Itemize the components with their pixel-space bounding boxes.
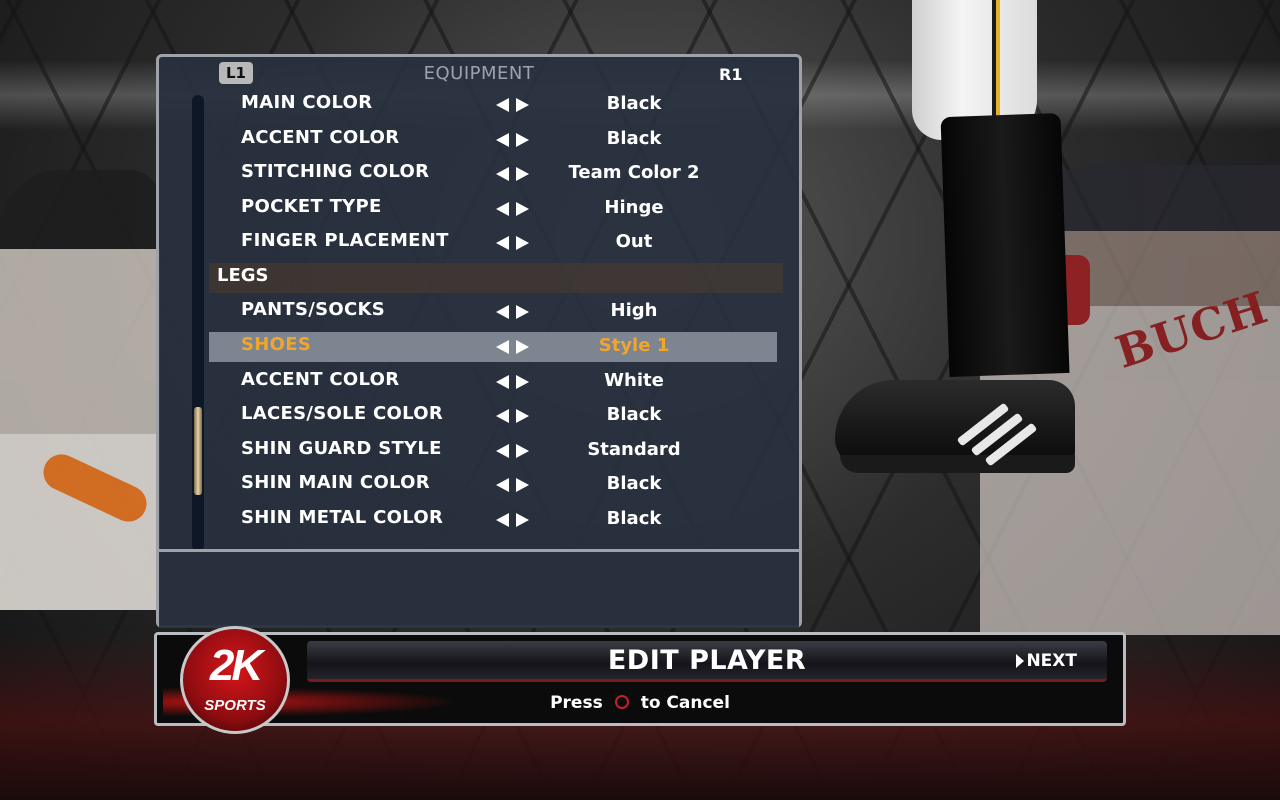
option-row-shin-guard-style[interactable]: SHIN GUARD STYLE Standard: [209, 436, 777, 466]
option-row-stitching-color[interactable]: STITCHING COLOR Team Color 2: [209, 159, 777, 189]
option-value: Standard: [587, 439, 681, 460]
left-right-arrows-icon[interactable]: [496, 375, 532, 391]
left-right-arrows-icon[interactable]: [496, 340, 532, 356]
shoe-body: [835, 380, 1075, 465]
player-sock: [940, 112, 1070, 378]
logo-brand: 2K: [209, 641, 263, 690]
option-row-laces-sole-color[interactable]: LACES/SOLE COLOR Black: [209, 401, 777, 431]
left-right-arrows-icon[interactable]: [496, 236, 532, 252]
option-value: Black: [606, 128, 662, 149]
option-value: White: [604, 370, 664, 391]
player-sleeve: [37, 448, 153, 528]
description-box: [159, 549, 799, 628]
option-value: Black: [606, 404, 662, 425]
left-right-arrows-icon[interactable]: [496, 305, 532, 321]
option-label: ACCENT COLOR: [241, 127, 400, 148]
option-value: Style 1: [598, 335, 670, 356]
next-label: NEXT: [1026, 651, 1077, 671]
category-header-legs: LEGS: [209, 263, 783, 293]
pant-stripe-gold: [996, 0, 1000, 120]
panel-header: L1 EQUIPMENT R1: [159, 57, 799, 93]
option-label: ACCENT COLOR: [241, 369, 400, 390]
option-row-pants-socks[interactable]: PANTS/SOCKS High: [209, 297, 777, 327]
left-right-arrows-icon[interactable]: [496, 167, 532, 183]
player-shoe-preview: [835, 360, 1080, 480]
option-row-accent-color[interactable]: ACCENT COLOR Black: [209, 125, 777, 155]
option-label: FINGER PLACEMENT: [241, 230, 449, 251]
left-right-arrows-icon[interactable]: [496, 133, 532, 149]
option-value: Black: [606, 508, 662, 529]
option-row-accent-color-legs[interactable]: ACCENT COLOR White: [209, 367, 777, 397]
next-button[interactable]: NEXT: [1016, 651, 1077, 671]
option-value: Black: [606, 93, 662, 114]
option-value: Out: [615, 231, 653, 252]
left-right-arrows-icon[interactable]: [496, 513, 532, 529]
option-value: High: [610, 300, 658, 321]
option-label: SHIN MAIN COLOR: [241, 472, 430, 493]
option-label: POCKET TYPE: [241, 196, 382, 217]
circle-button-icon: [614, 695, 629, 709]
option-value: Hinge: [604, 197, 664, 218]
left-right-arrows-icon[interactable]: [496, 98, 532, 114]
logo-subtext: SPORTS: [204, 697, 266, 714]
option-value: Black: [606, 473, 662, 494]
option-row-pocket-type[interactable]: POCKET TYPE Hinge: [209, 194, 777, 224]
option-label: PANTS/SOCKS: [241, 299, 386, 320]
option-label: SHOES: [241, 334, 312, 355]
option-label: MAIN COLOR: [241, 92, 373, 113]
option-label: STITCHING COLOR: [241, 161, 430, 182]
option-label: SHIN METAL COLOR: [241, 507, 444, 528]
equipment-panel: L1 EQUIPMENT R1 MAIN COLOR Black ACCENT …: [156, 54, 802, 628]
section-title: EQUIPMENT: [423, 63, 535, 84]
title-bar: EDIT PLAYER NEXT: [307, 641, 1107, 682]
player-jersey-name: BUCH: [1109, 282, 1275, 379]
option-label: SHIN GUARD STYLE: [241, 438, 442, 459]
cancel-press-text: Press: [550, 693, 603, 713]
screen-title: EDIT PLAYER: [607, 645, 807, 676]
cancel-action-text: to Cancel: [640, 693, 730, 713]
option-row-shin-metal-color[interactable]: SHIN METAL COLOR Black: [209, 505, 777, 535]
left-right-arrows-icon[interactable]: [496, 202, 532, 218]
option-row-shin-main-color[interactable]: SHIN MAIN COLOR Black: [209, 470, 777, 500]
option-row-finger-placement[interactable]: FINGER PLACEMENT Out: [209, 228, 777, 258]
bottom-bar: EDIT PLAYER NEXT Press to Cancel: [154, 632, 1126, 726]
play-arrow-icon: [1016, 654, 1025, 668]
2k-sports-logo: 2K SPORTS: [180, 626, 290, 734]
left-right-arrows-icon[interactable]: [496, 409, 532, 425]
r1-bumper-button[interactable]: R1: [719, 65, 742, 84]
option-label: LACES/SOLE COLOR: [241, 403, 444, 424]
background-player-left: [0, 170, 160, 610]
option-row-main-color[interactable]: MAIN COLOR Black: [209, 90, 777, 120]
left-right-arrows-icon[interactable]: [496, 444, 532, 460]
category-label: LEGS: [217, 265, 269, 286]
option-value: Team Color 2: [568, 162, 700, 183]
option-row-shoes[interactable]: SHOES Style 1: [209, 332, 777, 362]
shoe-sole: [840, 455, 1075, 473]
scrollbar-thumb[interactable]: [194, 407, 202, 495]
cancel-hint: Press to Cancel: [157, 693, 1123, 713]
left-right-arrows-icon[interactable]: [496, 478, 532, 494]
